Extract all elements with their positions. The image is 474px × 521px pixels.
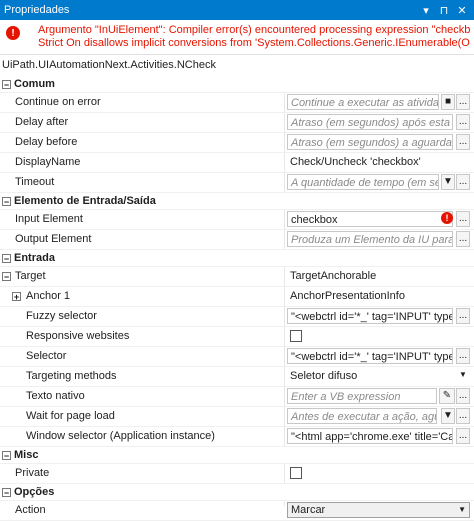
category-entrada[interactable]: − Entrada bbox=[0, 250, 474, 267]
dropdown-icon[interactable]: ▼ bbox=[441, 174, 455, 190]
ellipsis-button[interactable]: ... bbox=[456, 231, 470, 247]
dropdown-icon[interactable]: ▼ bbox=[441, 408, 455, 424]
selector-input[interactable]: "<webctrl id='*_' tag='INPUT' type='c bbox=[287, 348, 453, 364]
collapse-icon[interactable]: − bbox=[2, 196, 11, 206]
prop-continue-on-error: Continue on error Continue a executar as… bbox=[0, 93, 474, 113]
collapse-icon[interactable]: − bbox=[2, 272, 11, 282]
delay-before-input[interactable]: Atraso (em segundos) a aguardar antes bbox=[287, 134, 453, 150]
chevron-down-icon: ▼ bbox=[458, 505, 466, 514]
expression-editor-icon[interactable]: ■ bbox=[441, 94, 455, 110]
prop-selector: Selector "<webctrl id='*_' tag='INPUT' t… bbox=[0, 347, 474, 367]
window-controls: ▾ ⊓ ✕ bbox=[416, 2, 470, 18]
prop-window-selector: Window selector (Application instance) "… bbox=[0, 427, 474, 447]
wait-for-page-load-input[interactable]: Antes de executar a ação, aguarde bbox=[287, 408, 437, 424]
action-select[interactable]: Marcar ▼ bbox=[287, 502, 470, 518]
error-banner: ! Argumento "InUiElement": Compiler erro… bbox=[0, 20, 474, 55]
prop-texto-nativo: Texto nativo Enter a VB expression ✎ ... bbox=[0, 387, 474, 407]
dropdown-icon[interactable]: ▼ bbox=[456, 368, 470, 384]
category-elemento[interactable]: − Elemento de Entrada/Saída bbox=[0, 193, 474, 210]
error-message: Argumento "InUiElement": Compiler error(… bbox=[38, 24, 470, 49]
prop-timeout: Timeout A quantidade de tempo (em segund… bbox=[0, 173, 474, 193]
continue-on-error-input[interactable]: Continue a executar as atividades bbox=[287, 94, 439, 110]
collapse-icon[interactable]: − bbox=[2, 79, 11, 89]
display-name-value[interactable]: Check/Uncheck 'checkbox' bbox=[290, 154, 421, 171]
prop-input-element: Input Element checkbox ! ... bbox=[0, 210, 474, 230]
dropdown-icon[interactable]: ▾ bbox=[418, 2, 434, 18]
title-bar: Propriedades ▾ ⊓ ✕ bbox=[0, 0, 474, 20]
prop-delay-after: Delay after Atraso (em segundos) após es… bbox=[0, 113, 474, 133]
prop-anchor-1: + Anchor 1 AnchorPresentationInfo bbox=[0, 287, 474, 307]
prop-output-element: Output Element Produza um Elemento da IU… bbox=[0, 230, 474, 250]
ellipsis-button[interactable]: ... bbox=[456, 348, 470, 364]
expand-icon[interactable]: + bbox=[12, 292, 21, 302]
private-checkbox[interactable] bbox=[290, 467, 302, 479]
responsive-websites-checkbox[interactable] bbox=[290, 330, 302, 342]
target-value: TargetAnchorable bbox=[290, 270, 377, 282]
category-comum[interactable]: − Comum bbox=[0, 76, 474, 93]
edit-icon[interactable]: ✎ bbox=[439, 388, 455, 404]
prop-responsive-websites: Responsive websites bbox=[0, 327, 474, 347]
prop-private: Private bbox=[0, 464, 474, 484]
timeout-input[interactable]: A quantidade de tempo (em segundos) bbox=[287, 174, 439, 190]
ellipsis-button[interactable]: ... bbox=[456, 174, 470, 190]
input-element-input[interactable]: checkbox bbox=[287, 211, 453, 227]
ellipsis-button[interactable]: ... bbox=[456, 408, 470, 424]
prop-targeting-methods: Targeting methods Seletor difuso ▼ bbox=[0, 367, 474, 387]
property-grid: − Comum Continue on error Continue a exe… bbox=[0, 76, 474, 521]
activity-type-name: UiPath.UIAutomationNext.Activities.NChec… bbox=[2, 59, 216, 71]
pin-icon[interactable]: ⊓ bbox=[436, 2, 452, 18]
ellipsis-button[interactable]: ... bbox=[456, 211, 470, 227]
warning-icon: ! bbox=[441, 212, 453, 224]
ellipsis-button[interactable]: ... bbox=[456, 94, 470, 110]
ellipsis-button[interactable]: ... bbox=[456, 134, 470, 150]
prop-display-name: DisplayName Check/Uncheck 'checkbox' bbox=[0, 153, 474, 173]
texto-nativo-input[interactable]: Enter a VB expression bbox=[287, 388, 437, 404]
category-misc[interactable]: − Misc bbox=[0, 447, 474, 464]
error-icon: ! bbox=[6, 26, 20, 40]
output-element-input[interactable]: Produza um Elemento da IU para utilizar bbox=[287, 231, 453, 247]
collapse-icon[interactable]: − bbox=[2, 253, 11, 263]
collapse-icon[interactable]: − bbox=[2, 450, 11, 460]
prop-wait-for-page-load: Wait for page load Antes de executar a a… bbox=[0, 407, 474, 427]
delay-after-input[interactable]: Atraso (em segundos) após esta atividade bbox=[287, 114, 453, 130]
window-selector-input[interactable]: "<html app='chrome.exe' title='Candi bbox=[287, 428, 453, 444]
prop-fuzzy-selector: Fuzzy selector "<webctrl id='*_' tag='IN… bbox=[0, 307, 474, 327]
prop-target: − Target TargetAnchorable bbox=[0, 267, 474, 287]
close-icon[interactable]: ✕ bbox=[454, 2, 470, 18]
ellipsis-button[interactable]: ... bbox=[456, 388, 470, 404]
prop-action: Action Marcar ▼ bbox=[0, 501, 474, 521]
prop-delay-before: Delay before Atraso (em segundos) a agua… bbox=[0, 133, 474, 153]
ellipsis-button[interactable]: ... bbox=[456, 428, 470, 444]
ellipsis-button[interactable]: ... bbox=[456, 308, 470, 324]
collapse-icon[interactable]: − bbox=[2, 487, 11, 497]
anchor-1-value: AnchorPresentationInfo bbox=[290, 290, 405, 302]
ellipsis-button[interactable]: ... bbox=[456, 114, 470, 130]
category-opcoes[interactable]: − Opções bbox=[0, 484, 474, 501]
targeting-methods-value[interactable]: Seletor difuso bbox=[290, 368, 455, 385]
fuzzy-selector-input[interactable]: "<webctrl id='*_' tag='INPUT' type='c bbox=[287, 308, 453, 324]
panel-title: Propriedades bbox=[4, 4, 70, 16]
